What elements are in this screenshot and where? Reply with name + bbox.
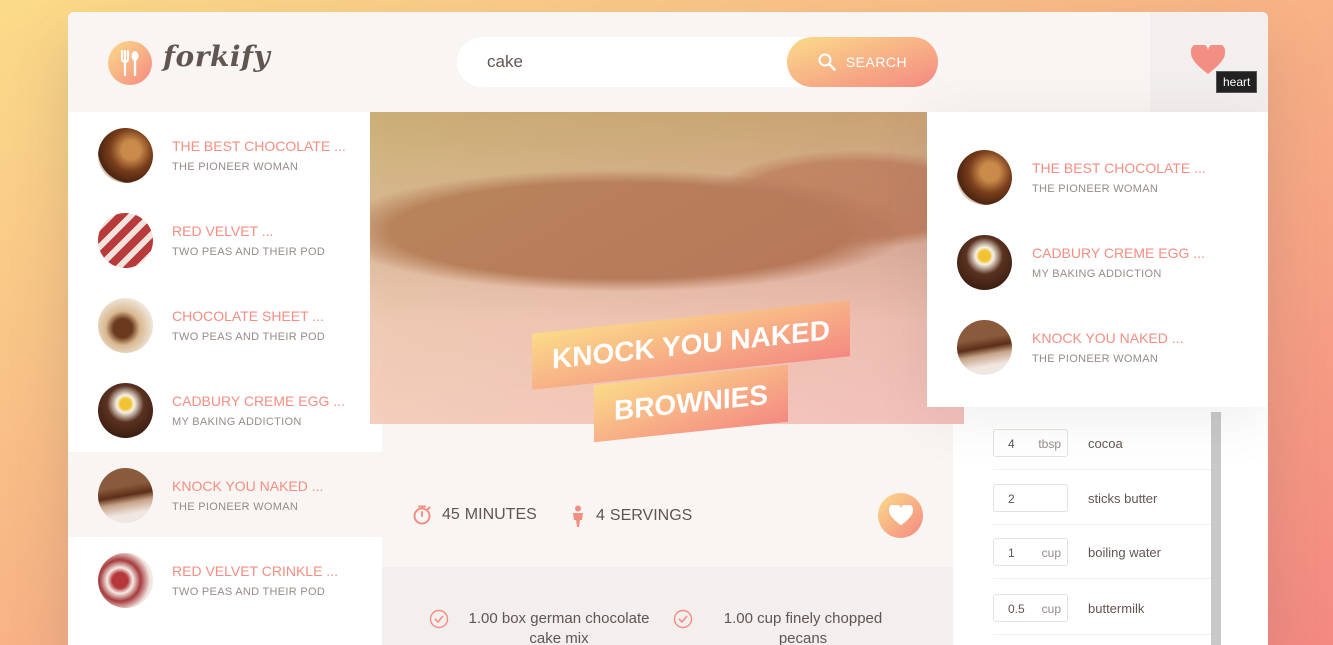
recipe-thumbnail — [98, 383, 153, 438]
ingredients-list: 1.00 box german chocolate cake mix 1.00 … — [382, 567, 953, 645]
header: forkify SEARCH heart — [68, 12, 1268, 112]
recipe-thumbnail — [957, 320, 1012, 375]
recipe-servings-label: SERVINGS — [609, 507, 693, 524]
shopping-item: 1 cup boiling water — [993, 525, 1211, 579]
shopping-item: 0.5 cup buttermilk — [993, 581, 1211, 635]
result-author: THE PIONEER WOMAN — [172, 161, 299, 173]
result-item[interactable]: KNOCK YOU NAKED ... THE PIONEER WOMAN — [68, 452, 382, 537]
result-author: TWO PEAS AND THEIR POD — [172, 586, 326, 598]
check-icon — [673, 609, 693, 629]
shopping-count-input[interactable]: 0.5 cup — [993, 594, 1068, 622]
shopping-description: cocoa — [1088, 436, 1123, 451]
result-title: KNOCK YOU NAKED ... — [172, 478, 324, 494]
stopwatch-icon — [413, 505, 431, 525]
ingredient-item: 1.00 box german chocolate cake mix — [429, 609, 659, 645]
app-container: forkify SEARCH heart THE BEST CHOCOLATE … — [68, 12, 1268, 645]
count-value: 1 — [1008, 546, 1015, 560]
shopping-list: 4 tbsp cocoa 2 sticks butter 1 cup boili… — [993, 412, 1228, 645]
shopping-count-input[interactable]: 2 — [993, 484, 1068, 512]
count-unit: cup — [1041, 602, 1061, 616]
count-value: 2 — [1008, 492, 1015, 506]
liked-author: THE PIONEER WOMAN — [1032, 183, 1159, 195]
result-title: RED VELVET ... — [172, 223, 274, 239]
liked-item[interactable]: KNOCK YOU NAKED ... THE PIONEER WOMAN — [927, 304, 1268, 389]
heart-icon — [888, 505, 913, 526]
shopping-item: 4 tbsp cocoa — [993, 416, 1211, 470]
recipe-minutes: 45 — [442, 506, 460, 523]
ingredient-text: 1.00 box german chocolate cake mix — [468, 610, 650, 645]
logo-badge — [108, 41, 152, 85]
recipe-thumbnail — [98, 213, 153, 268]
result-item[interactable]: THE BEST CHOCOLATE ... THE PIONEER WOMAN — [68, 112, 382, 197]
result-author: TWO PEAS AND THEIR POD — [172, 246, 326, 258]
result-title: THE BEST CHOCOLATE ... — [172, 138, 346, 154]
search-input[interactable] — [487, 51, 777, 73]
recipe-view: KNOCK YOU NAKED BROWNIES 45 MINUTES 4 SE… — [370, 112, 964, 645]
result-item[interactable]: RED VELVET CRINKLE ... TWO PEAS AND THEI… — [68, 537, 382, 622]
search-form: SEARCH — [457, 37, 938, 87]
liked-item[interactable]: THE BEST CHOCOLATE ... THE PIONEER WOMAN — [927, 134, 1268, 219]
result-item[interactable]: RED VELVET ... TWO PEAS AND THEIR POD — [68, 197, 382, 282]
result-title: RED VELVET CRINKLE ... — [172, 563, 338, 579]
recipe-info-servings: 4 SERVINGS — [570, 505, 692, 527]
search-button-label: SEARCH — [845, 54, 908, 70]
heart-tooltip: heart — [1216, 71, 1258, 93]
shopping-item: 2 sticks butter — [993, 471, 1211, 525]
count-value: 4 — [1008, 437, 1015, 451]
recipe-details: 45 MINUTES 4 SERVINGS — [382, 470, 953, 570]
search-button[interactable]: SEARCH — [787, 37, 938, 87]
magnifier-icon — [818, 53, 836, 71]
liked-title: THE BEST CHOCOLATE ... — [1032, 160, 1206, 176]
liked-author: MY BAKING ADDICTION — [1032, 268, 1162, 280]
result-author: THE PIONEER WOMAN — [172, 501, 299, 513]
shopping-count-input[interactable]: 4 tbsp — [993, 429, 1068, 457]
liked-title: CADBURY CREME EGG ... — [1032, 245, 1205, 261]
shopping-description: sticks butter — [1088, 491, 1158, 506]
ingredient-item: 1.00 cup finely chopped pecans — [673, 609, 903, 645]
result-item[interactable]: CADBURY CREME EGG ... MY BAKING ADDICTIO… — [68, 367, 382, 452]
recipe-minutes-label: MINUTES — [464, 506, 537, 523]
scrollbar[interactable] — [1211, 412, 1221, 645]
result-author: TWO PEAS AND THEIR POD — [172, 331, 326, 343]
recipe-thumbnail — [98, 298, 153, 353]
liked-title: KNOCK YOU NAKED ... — [1032, 330, 1184, 346]
recipe-servings: 4 — [596, 507, 605, 524]
recipe-thumbnail — [957, 235, 1012, 290]
shopping-description: buttermilk — [1088, 601, 1145, 616]
recipe-thumbnail — [98, 468, 153, 523]
liked-author: THE PIONEER WOMAN — [1032, 353, 1159, 365]
count-unit: cup — [1041, 546, 1061, 560]
count-unit: tbsp — [1038, 437, 1061, 451]
ingredient-text: 1.00 cup finely chopped pecans — [723, 610, 883, 645]
likes-panel: THE BEST CHOCOLATE ... THE PIONEER WOMAN… — [927, 112, 1268, 407]
shopping-count-input[interactable]: 1 cup — [993, 538, 1068, 566]
recipe-thumbnail — [98, 128, 153, 183]
result-item[interactable]: CHOCOLATE SHEET ... TWO PEAS AND THEIR P… — [68, 282, 382, 367]
check-icon — [429, 609, 449, 629]
result-author: MY BAKING ADDICTION — [172, 416, 302, 428]
shopping-description: boiling water — [1088, 545, 1161, 560]
fork-spoon-icon — [120, 50, 139, 76]
result-title: CADBURY CREME EGG ... — [172, 393, 345, 409]
count-value: 0.5 — [1008, 602, 1025, 616]
results-list: THE BEST CHOCOLATE ... THE PIONEER WOMAN… — [68, 112, 382, 645]
logo-text[interactable]: forkify — [163, 40, 270, 73]
recipe-info-time: 45 MINUTES — [412, 505, 537, 525]
liked-item[interactable]: CADBURY CREME EGG ... MY BAKING ADDICTIO… — [927, 219, 1268, 304]
person-icon — [573, 505, 583, 527]
recipe-thumbnail — [98, 553, 153, 608]
like-button[interactable] — [878, 493, 923, 538]
recipe-thumbnail — [957, 150, 1012, 205]
result-title: CHOCOLATE SHEET ... — [172, 308, 324, 324]
